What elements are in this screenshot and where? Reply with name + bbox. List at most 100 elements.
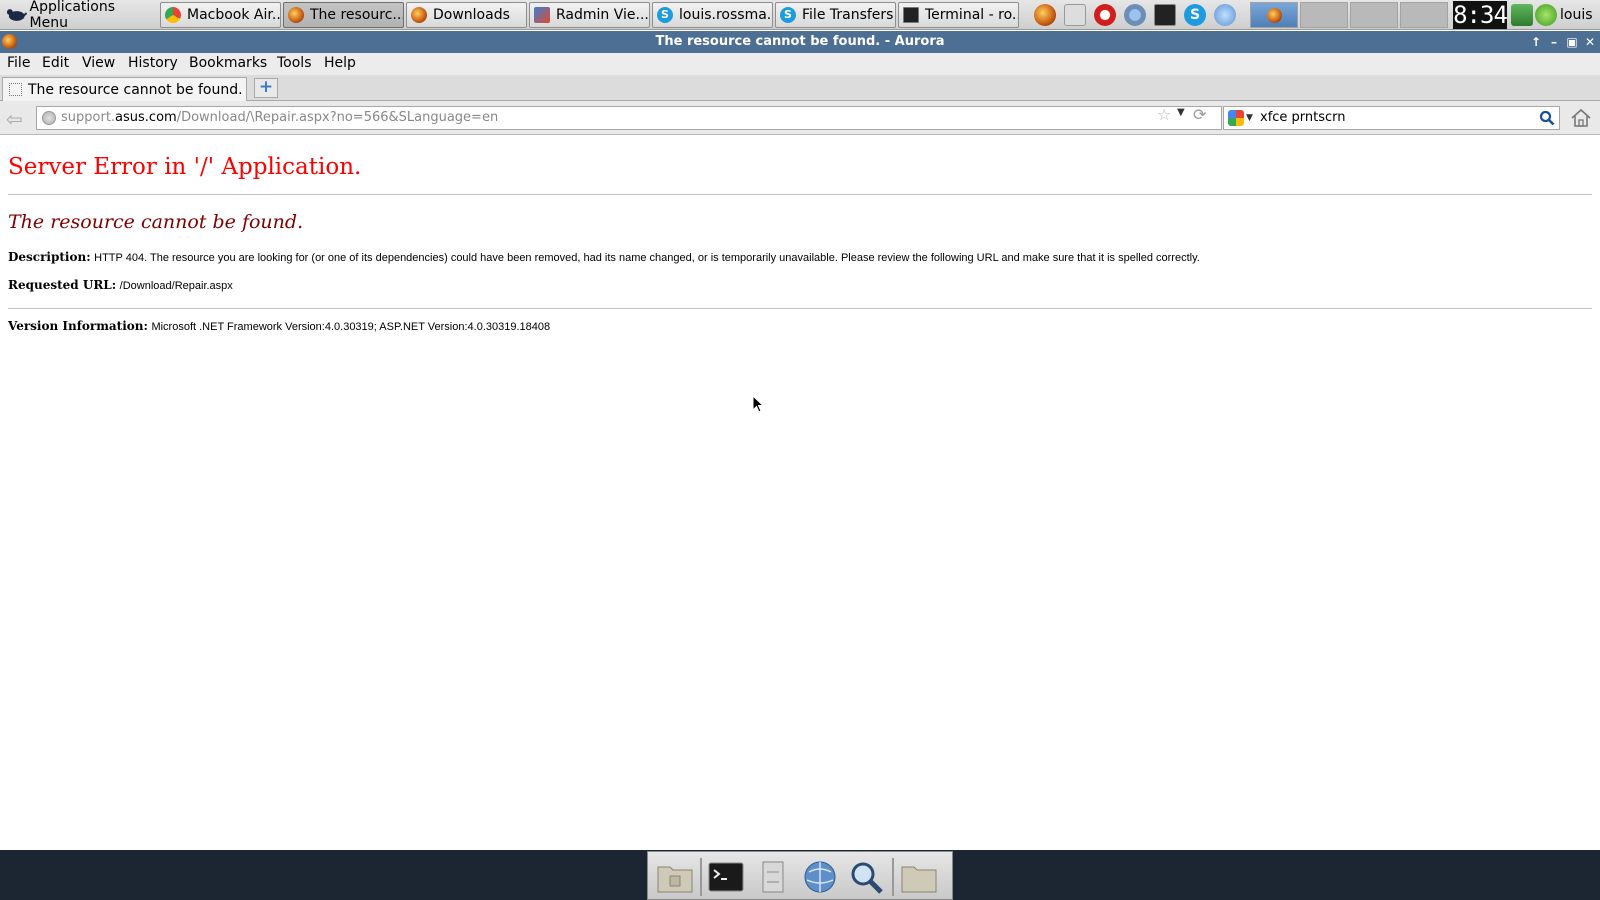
menubar: File Edit View History Bookmarks Tools H… — [0, 53, 1600, 75]
task-label: Downloads — [433, 7, 510, 23]
task-file-transfers[interactable]: S File Transfers — [775, 2, 896, 28]
task-terminal[interactable]: Terminal - ro... — [898, 2, 1019, 28]
window-titlebar[interactable]: The resource cannot be found. - Aurora ↑… — [0, 31, 1600, 53]
version-paragraph: Version Information: Microsoft .NET Fram… — [8, 319, 1592, 333]
top-panel: Applications Menu Macbook Air... The res… — [0, 0, 1600, 31]
terminal-launcher-icon[interactable] — [1154, 4, 1176, 26]
url-host: asus.com — [115, 110, 177, 125]
task-aurora-resource[interactable]: The resourc... — [283, 2, 404, 28]
new-tab-button[interactable]: + — [254, 78, 278, 98]
version-text: Microsoft .NET Framework Version:4.0.303… — [151, 321, 551, 333]
xfce-mouse-icon — [6, 9, 27, 21]
file-manager-icon[interactable] — [754, 860, 792, 894]
site-identity-icon[interactable] — [42, 111, 56, 125]
task-label: louis.rossma... — [679, 7, 773, 23]
description-label: Description: — [8, 250, 91, 264]
dock-separator — [892, 858, 894, 896]
task-downloads[interactable]: Downloads — [406, 2, 527, 28]
task-radmin-viewer[interactable]: Radmin Vie... — [529, 2, 650, 28]
minimize-window-button[interactable]: – — [1546, 31, 1562, 53]
back-arrow-icon[interactable]: ⇦ — [6, 107, 23, 131]
task-label: Macbook Air... — [187, 7, 281, 23]
chrome-icon — [165, 7, 181, 23]
workspace-2[interactable] — [1300, 2, 1348, 28]
skype-icon: S — [657, 7, 673, 23]
url-bar[interactable]: support.asus.com/Download/\Repair.aspx?n… — [36, 106, 1222, 130]
maximize-window-button[interactable]: ▣ — [1564, 31, 1580, 53]
dock — [647, 851, 953, 900]
terminal-icon — [903, 7, 919, 23]
page-content: Server Error in '/' Application. The res… — [0, 136, 1600, 850]
requested-url-label: Requested URL: — [8, 278, 117, 292]
menu-edit[interactable]: Edit — [42, 55, 69, 71]
aurora-launcher-icon[interactable] — [1034, 4, 1056, 26]
task-macbook-air[interactable]: Macbook Air... — [160, 2, 281, 28]
requested-url-value: /Download/Repair.aspx — [119, 280, 233, 292]
search-engine-dropdown-icon[interactable]: ▼ — [1246, 107, 1253, 129]
workspace-4[interactable] — [1400, 2, 1448, 28]
search-app-icon[interactable] — [848, 860, 886, 894]
workspace-1[interactable] — [1250, 2, 1298, 28]
home-folder-icon[interactable] — [656, 860, 694, 894]
description-paragraph: Description: HTTP 404. The resource you … — [8, 250, 1592, 264]
skype-launcher-icon[interactable]: S — [1184, 4, 1206, 26]
tab-label: The resource cannot be found. — [28, 81, 243, 98]
menu-file[interactable]: File — [7, 55, 30, 71]
network-icon[interactable] — [1214, 4, 1236, 26]
status-icon[interactable] — [1535, 4, 1557, 26]
aurora-icon — [288, 7, 304, 23]
home-icon[interactable] — [1570, 107, 1592, 129]
url-prefix: support. — [61, 110, 116, 125]
menu-help[interactable]: Help — [324, 55, 356, 71]
tab-strip: The resource cannot be found. + — [0, 75, 1600, 101]
task-label: Terminal - ro... — [925, 7, 1019, 23]
search-icon[interactable] — [1539, 110, 1555, 126]
server-error-heading: Server Error in '/' Application. — [8, 154, 362, 180]
search-input[interactable]: xfce prntscrn — [1260, 110, 1346, 125]
media-player-icon[interactable] — [1064, 4, 1086, 26]
error-subheading: The resource cannot be found. — [8, 211, 304, 233]
chromium-icon[interactable] — [1124, 4, 1146, 26]
reload-icon[interactable]: ⟳ — [1193, 105, 1206, 124]
navigation-toolbar: ⇦ support.asus.com/Download/\Repair.aspx… — [0, 101, 1600, 135]
tab-resource-not-found[interactable]: The resource cannot be found. — [2, 77, 247, 101]
web-browser-icon[interactable] — [801, 860, 839, 894]
aurora-icon — [411, 7, 427, 23]
google-icon[interactable] — [1228, 110, 1244, 126]
folder-icon[interactable] — [900, 860, 938, 894]
search-bar[interactable]: ▼ xfce prntscrn — [1223, 106, 1560, 130]
requested-url-paragraph: Requested URL: /Download/Repair.aspx — [8, 278, 1592, 292]
applications-menu-label: Applications Menu — [29, 0, 116, 31]
menu-view[interactable]: View — [82, 55, 115, 71]
clock[interactable]: 8:34 — [1453, 1, 1508, 29]
divider — [8, 194, 1592, 195]
opera-icon[interactable] — [1094, 4, 1116, 26]
applications-menu-button[interactable]: Applications Menu — [0, 0, 155, 31]
close-window-button[interactable]: ✕ — [1582, 31, 1598, 53]
aurora-icon — [1267, 8, 1282, 23]
bookmark-star-icon[interactable]: ☆ — [1157, 105, 1171, 124]
skype-icon: S — [780, 7, 796, 23]
shade-window-button[interactable]: ↑ — [1528, 31, 1544, 53]
radmin-icon — [534, 7, 550, 23]
update-notifier-icon[interactable] — [1511, 4, 1533, 26]
version-label: Version Information: — [8, 319, 148, 333]
url-history-dropdown-icon[interactable]: ▼ — [1177, 107, 1185, 118]
user-menu[interactable]: louis — [1560, 0, 1593, 30]
task-label: The resourc... — [310, 7, 404, 23]
task-label: Radmin Vie... — [556, 7, 649, 23]
window-title: The resource cannot be found. - Aurora — [655, 34, 945, 49]
terminal-icon[interactable] — [707, 860, 745, 894]
page-favicon-icon — [9, 83, 22, 96]
task-label: File Transfers — [802, 7, 894, 23]
menu-tools[interactable]: Tools — [277, 55, 312, 71]
workspace-3[interactable] — [1350, 2, 1398, 28]
menu-bookmarks[interactable]: Bookmarks — [189, 55, 267, 71]
divider — [8, 308, 1592, 309]
url-path: /Download/\Repair.aspx?no=566&SLanguage=… — [176, 110, 499, 125]
aurora-icon — [2, 34, 17, 49]
mouse-cursor-icon — [752, 395, 764, 413]
task-skype-louis[interactable]: S louis.rossma... — [652, 2, 773, 28]
description-text: HTTP 404. The resource you are looking f… — [94, 252, 1200, 264]
menu-history[interactable]: History — [128, 55, 178, 71]
